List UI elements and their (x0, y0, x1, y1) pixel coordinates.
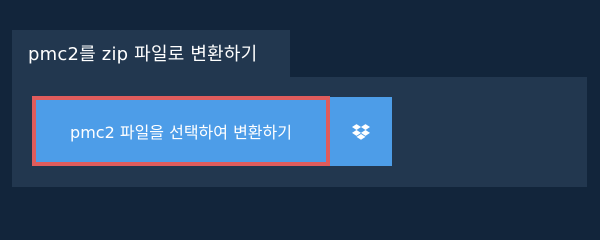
select-file-convert-label: pmc2 파일을 선택하여 변환하기 (70, 123, 292, 142)
select-file-convert-button[interactable]: pmc2 파일을 선택하여 변환하기 (32, 96, 330, 166)
dropbox-button[interactable] (330, 97, 392, 166)
dropbox-icon (352, 123, 370, 140)
converter-tab: pmc2를 zip 파일로 변환하기 (12, 30, 290, 78)
tab-title: pmc2를 zip 파일로 변환하기 (28, 44, 258, 65)
